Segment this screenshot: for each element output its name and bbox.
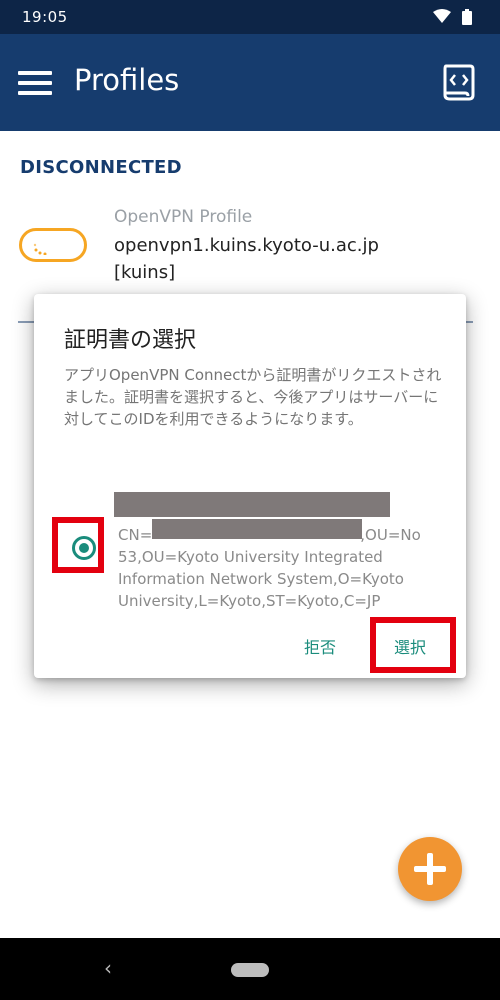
certificate-radio-button[interactable]: [72, 536, 96, 560]
profile-user: [kuins]: [114, 262, 176, 283]
dialog-title: 証明書の選択: [64, 328, 197, 353]
wifi-icon: [432, 9, 451, 23]
cert-line-4: University,L=Kyoto,ST=Kyoto,C=JP: [118, 592, 381, 610]
redacted-cn-value: [152, 519, 362, 539]
loading-spinner-icon: [33, 243, 47, 255]
back-icon[interactable]: ‹: [104, 956, 112, 980]
certificate-selection-dialog: 証明書の選択 アプリOpenVPN Connectから証明書がリクエストされまし…: [34, 294, 466, 678]
status-icons: [432, 9, 472, 28]
cert-line-2: 53,OU=Kyoto University Integrated: [118, 548, 383, 566]
page-title: Profiles: [74, 63, 180, 97]
cert-cn-suffix: ,OU=No: [360, 526, 421, 544]
connection-toggle[interactable]: [19, 228, 87, 262]
add-profile-button[interactable]: [398, 837, 462, 901]
dialog-message: アプリOpenVPN Connectから証明書がリクエストされました。証明書を選…: [64, 366, 442, 428]
plus-icon-vertical: [427, 853, 433, 885]
cert-cn-prefix: CN=: [118, 526, 153, 544]
hamburger-menu-icon[interactable]: [18, 69, 54, 97]
select-button[interactable]: 選択: [394, 634, 426, 658]
status-time: 19:05: [22, 8, 68, 26]
battery-icon: [462, 9, 472, 25]
deny-button[interactable]: 拒否: [304, 634, 336, 658]
home-pill-icon[interactable]: [231, 963, 269, 977]
cert-line-3: Information Network System,O=Kyoto: [118, 570, 404, 588]
import-profile-icon[interactable]: [440, 62, 476, 102]
status-bar: 19:05: [0, 0, 500, 34]
profile-host[interactable]: openvpn1.kuins.kyoto-u.ac.jp: [114, 235, 379, 256]
profile-type: OpenVPN Profile: [114, 207, 253, 227]
redacted-certificate-name: [114, 492, 390, 517]
radio-selected-dot: [79, 543, 89, 553]
app-bar: Profiles: [0, 34, 500, 131]
connection-status: DISCONNECTED: [20, 157, 182, 178]
